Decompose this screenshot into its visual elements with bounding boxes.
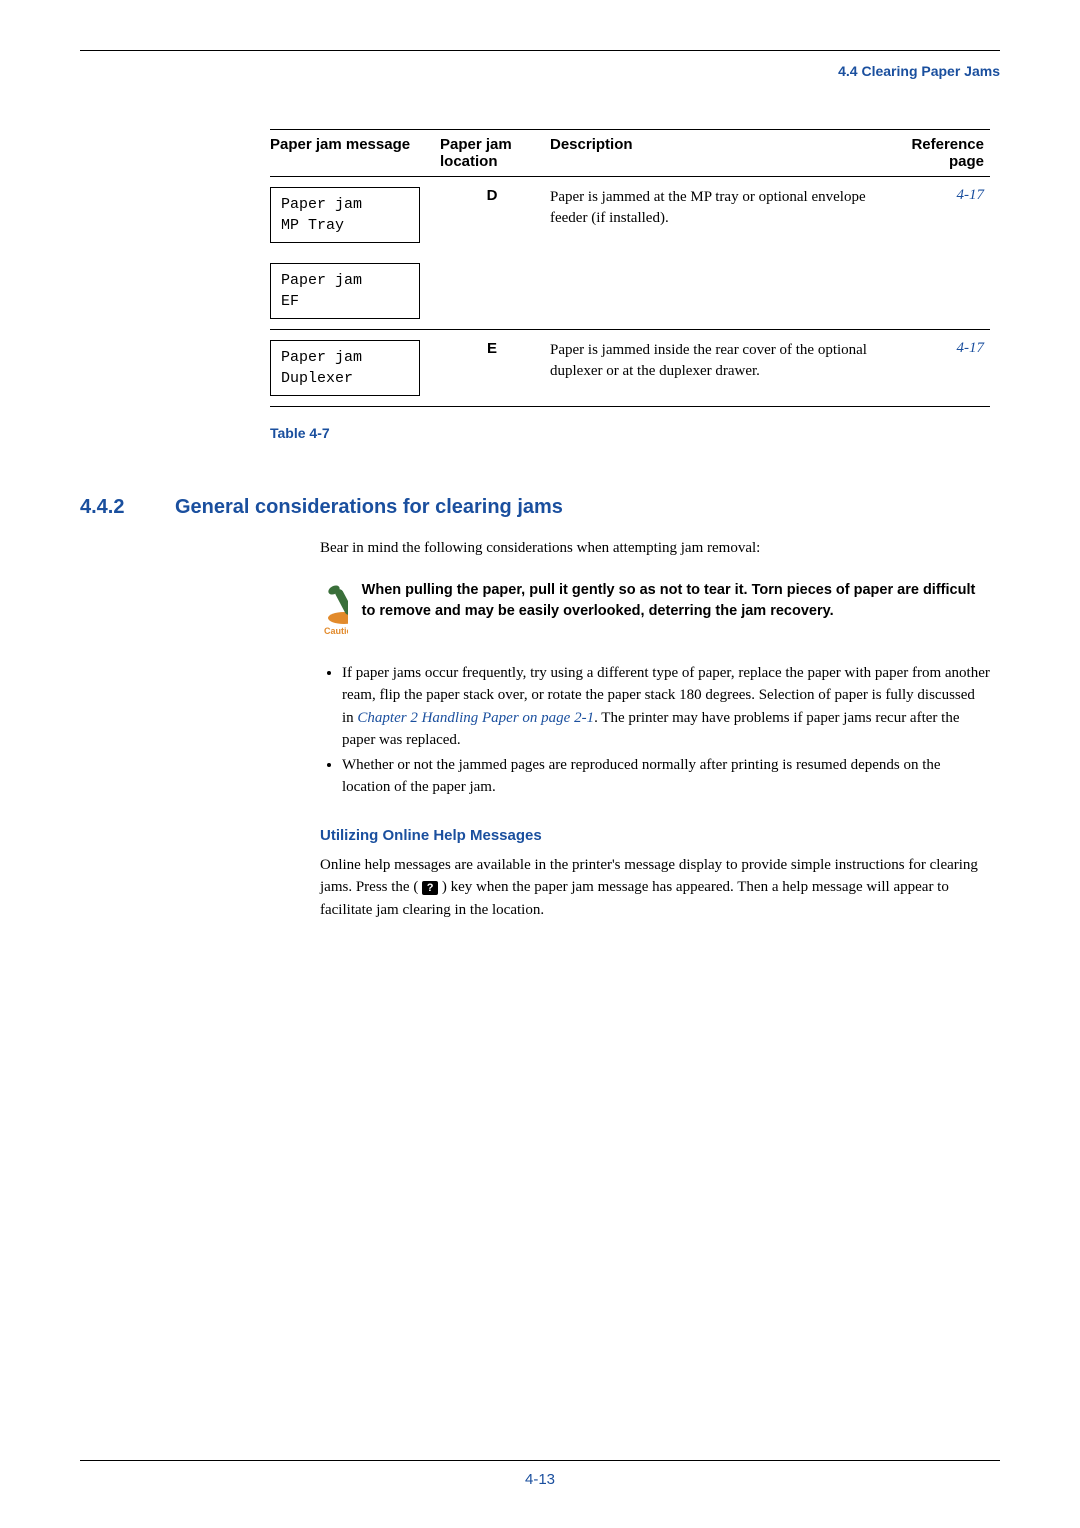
msg-line: EF (281, 293, 299, 310)
location-cell: E (440, 330, 550, 407)
msg-line: MP Tray (281, 217, 344, 234)
list-item: Whether or not the jammed pages are repr… (342, 754, 990, 799)
table-header-row: Paper jam message Paper jam location Des… (270, 130, 990, 177)
msg-line: Paper jam (281, 196, 362, 213)
footer-rule (80, 1460, 1000, 1461)
reference-link[interactable]: 4-17 (890, 177, 990, 254)
th-reference: Reference page (890, 130, 990, 177)
th-description: Description (550, 130, 890, 177)
table-row: Paper jam Duplexer E Paper is jammed ins… (270, 330, 990, 407)
table-row: Paper jam EF (270, 253, 990, 330)
caution-text: When pulling the paper, pull it gently s… (362, 580, 990, 622)
caution-icon: Caution (320, 580, 348, 636)
intro-paragraph: Bear in mind the following consideration… (320, 537, 990, 560)
reference-link[interactable]: 4-17 (890, 330, 990, 407)
subsection-heading: Utilizing Online Help Messages (320, 827, 990, 844)
caution-label: Caution (324, 626, 348, 636)
message-display-box: Paper jam Duplexer (270, 340, 420, 396)
paper-jam-table: Paper jam message Paper jam location Des… (270, 129, 990, 407)
th-location: Paper jam location (440, 130, 550, 177)
help-key-icon: ? (422, 881, 438, 895)
description-cell: Paper is jammed inside the rear cover of… (550, 330, 890, 407)
table-row: Paper jam MP Tray D Paper is jammed at t… (270, 177, 990, 254)
message-display-box: Paper jam MP Tray (270, 187, 420, 243)
msg-line: Duplexer (281, 370, 353, 387)
msg-line: Paper jam (281, 349, 362, 366)
chapter-link[interactable]: Chapter 2 Handling Paper on page 2-1 (357, 710, 594, 726)
list-item: If paper jams occur frequently, try usin… (342, 662, 990, 752)
page-number: 4-13 (80, 1471, 1000, 1488)
table-caption: Table 4-7 (270, 425, 990, 441)
msg-line: Paper jam (281, 272, 362, 289)
th-message: Paper jam message (270, 130, 440, 177)
running-header: 4.4 Clearing Paper Jams (80, 63, 1000, 79)
bullet-list: If paper jams occur frequently, try usin… (320, 662, 990, 799)
message-display-box: Paper jam EF (270, 263, 420, 319)
description-cell: Paper is jammed at the MP tray or option… (550, 177, 890, 254)
location-cell: D (440, 177, 550, 254)
header-rule (80, 50, 1000, 51)
section-number: 4.4.2 (80, 496, 175, 519)
section-title: General considerations for clearing jams (175, 496, 563, 519)
help-paragraph: Online help messages are available in th… (320, 854, 990, 922)
